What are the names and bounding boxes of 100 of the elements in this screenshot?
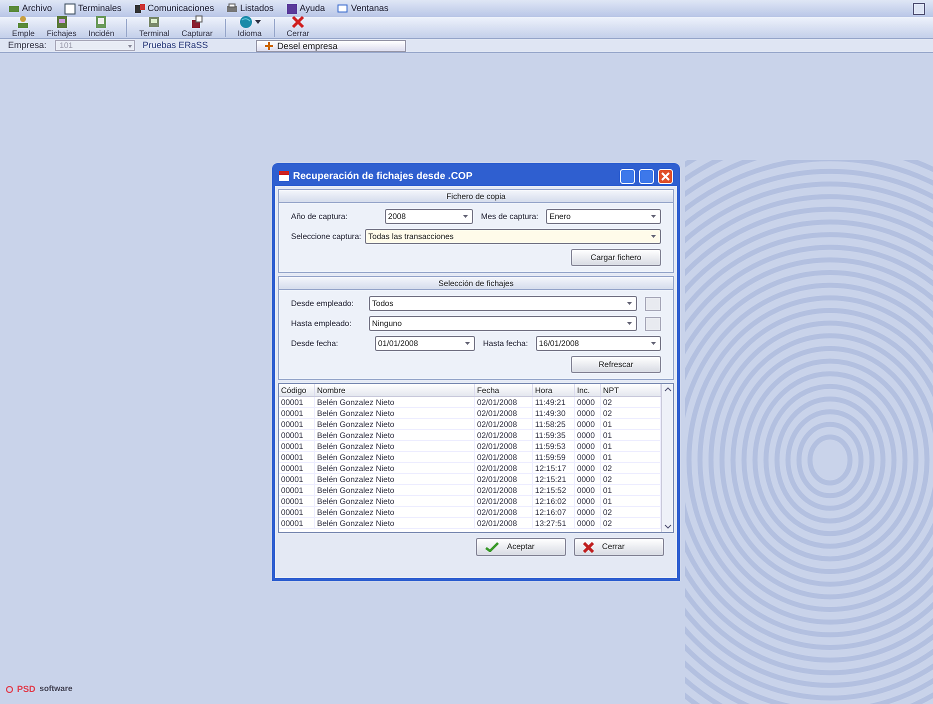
menu-icon — [226, 2, 238, 14]
accept-button[interactable]: Aceptar — [476, 538, 566, 556]
terminal-icon — [147, 15, 162, 29]
table-cell: Belén Gonzalez Nieto — [315, 452, 475, 462]
company-label: Empresa: — [8, 38, 47, 52]
table-cell: 0000 — [575, 474, 601, 484]
table-cell: 13:27:51 — [533, 518, 575, 528]
column-header[interactable]: Fecha — [475, 384, 533, 396]
close-icon — [290, 15, 305, 29]
column-header[interactable]: Inc. — [575, 384, 601, 396]
table-cell: 00001 — [279, 496, 315, 506]
combo-box[interactable]: Ninguno — [369, 316, 637, 331]
menu-item[interactable]: Ventanas — [336, 2, 389, 16]
checkmark-icon — [485, 542, 499, 552]
capture-icon — [190, 15, 204, 29]
document-icon — [94, 15, 108, 29]
minimize-button[interactable] — [620, 168, 635, 184]
table-cell: 00001 — [279, 463, 315, 473]
section-title: Selección de fichajes — [279, 277, 673, 290]
table-cell: 02/01/2008 — [475, 463, 533, 473]
field-label: Seleccione captura: — [291, 230, 362, 242]
table-cell: 02/01/2008 — [475, 452, 533, 462]
menu-icon — [64, 2, 76, 14]
table-cell: 00001 — [279, 474, 315, 484]
table-cell: Belén Gonzalez Nieto — [315, 430, 475, 440]
table-cell: 02/01/2008 — [475, 507, 533, 517]
table-cell: Belén Gonzalez Nieto — [315, 518, 475, 528]
menu-item[interactable]: Ayuda — [286, 2, 325, 16]
combo-box[interactable]: 16/01/2008 — [536, 336, 661, 351]
combo-box[interactable]: Enero — [546, 209, 661, 224]
toolbar-button[interactable]: Terminal — [135, 15, 174, 38]
close-icon — [583, 542, 594, 552]
maximize-button[interactable] — [639, 168, 654, 184]
table-cell: 12:15:21 — [533, 474, 575, 484]
table-cell: 12:16:07 — [533, 507, 575, 517]
table-cell: 02/01/2008 — [475, 419, 533, 429]
combo-box[interactable]: 01/01/2008 — [375, 336, 475, 351]
menu-item[interactable]: Terminales — [64, 2, 122, 16]
load-file-button[interactable]: Cargar fichero — [571, 249, 661, 266]
toolbar-button[interactable]: Capturar — [178, 15, 217, 38]
table-cell: 0000 — [575, 397, 601, 407]
table-cell: Belén Gonzalez Nieto — [315, 474, 475, 484]
table-cell: 00001 — [279, 441, 315, 451]
menu-item[interactable]: Listados — [226, 2, 274, 16]
table-cell: 11:49:21 — [533, 397, 575, 407]
table-cell: 02/01/2008 — [475, 485, 533, 495]
table-cell: 12:15:17 — [533, 463, 575, 473]
table-cell: 0000 — [575, 419, 601, 429]
field-label: Año de captura: — [291, 210, 348, 222]
table-cell: Belén Gonzalez Nieto — [315, 397, 475, 407]
combo-box[interactable]: Todos — [369, 296, 637, 311]
column-header[interactable]: Nombre — [315, 384, 475, 396]
deselect-company-button[interactable]: Desel empresa — [256, 40, 406, 52]
menu-icon — [336, 2, 349, 14]
table-cell: 00001 — [279, 485, 315, 495]
field-label: Mes de captura: — [481, 210, 538, 222]
logo-text: PSD — [17, 682, 36, 696]
table-cell: 0000 — [575, 463, 601, 473]
close-icon — [661, 172, 670, 180]
table-cell: 0000 — [575, 430, 601, 440]
table-cell: 11:58:25 — [533, 419, 575, 429]
toolbar-button[interactable]: Idioma — [234, 15, 266, 38]
table-cell: 0000 — [575, 518, 601, 528]
table-cell: 00001 — [279, 518, 315, 528]
column-header[interactable]: Código — [279, 384, 315, 396]
combo-box[interactable]: 2008 — [385, 209, 473, 224]
refresh-button[interactable]: Refrescar — [571, 356, 661, 373]
toolbar-button[interactable]: Fichajes — [42, 15, 80, 38]
close-button[interactable] — [658, 168, 673, 184]
table-cell: Belén Gonzalez Nieto — [315, 507, 475, 517]
plus-icon — [265, 42, 274, 50]
menu-item[interactable]: Archivo — [8, 2, 52, 16]
table-cell: Belén Gonzalez Nieto — [315, 419, 475, 429]
toolbar-button[interactable]: Cerrar — [282, 15, 314, 38]
menu-item[interactable]: Comunicaciones — [134, 2, 214, 16]
combo-box[interactable]: Todas las transacciones — [365, 229, 661, 244]
scrollbar[interactable] — [661, 384, 673, 532]
menu-icon — [286, 2, 298, 14]
toolbar-button[interactable]: Incidén — [84, 15, 118, 38]
table-cell: 11:59:53 — [533, 441, 575, 451]
table-cell: Belén Gonzalez Nieto — [315, 496, 475, 506]
table-cell: 00001 — [279, 430, 315, 440]
table-cell: 00001 — [279, 419, 315, 429]
table-cell: 00001 — [279, 507, 315, 517]
table-cell: 00001 — [279, 408, 315, 418]
person-icon — [16, 15, 30, 29]
logo-subtitle: software — [40, 683, 72, 696]
table-cell: 02/01/2008 — [475, 408, 533, 418]
card-icon — [54, 15, 69, 29]
table-cell: 00001 — [279, 397, 315, 407]
toolbar-button[interactable]: Emple — [8, 15, 39, 38]
column-header[interactable]: Hora — [533, 384, 575, 396]
table-cell: 02/01/2008 — [475, 474, 533, 484]
table-cell: 12:15:52 — [533, 485, 575, 495]
section-title: Fichero de copia — [279, 190, 673, 203]
globe-icon — [238, 15, 253, 29]
close-button[interactable]: Cerrar — [574, 538, 664, 556]
table-cell: 0000 — [575, 452, 601, 462]
table-cell: 02/01/2008 — [475, 518, 533, 528]
window-restore-icon[interactable] — [913, 2, 925, 14]
